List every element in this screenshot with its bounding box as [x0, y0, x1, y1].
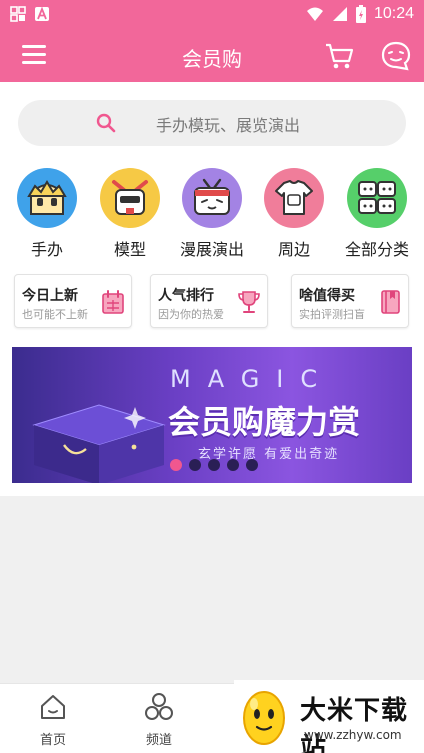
trophy-icon: [238, 291, 260, 313]
category-label: 手办: [30, 240, 63, 259]
customer-service-icon[interactable]: [380, 40, 412, 72]
robot-model-icon: [100, 168, 160, 228]
main-content: 手办模玩、展览演出 手办 模型 漫展演出 周边 全部分类 今日上新 也可能不上新…: [0, 82, 424, 496]
tshirt-icon: [264, 168, 324, 228]
category-exhibitions[interactable]: 漫展演出: [170, 168, 254, 260]
card-subtitle: 也可能不上新: [22, 308, 88, 321]
promo-banner[interactable]: MAGIC 会员购魔力赏 玄学许愿 有爱出奇迹: [12, 347, 412, 483]
figure-mascot-icon: [17, 168, 77, 228]
channel-icon: [145, 693, 173, 720]
card-title: 人气排行: [158, 288, 214, 304]
category-label: 漫展演出: [179, 240, 244, 259]
feature-cards: 今日上新 也可能不上新 人气排行 因为你的热爱 啥值得买 实拍评测扫盲: [0, 274, 424, 330]
card-subtitle: 实拍评测扫盲: [299, 308, 365, 321]
card-title: 啥值得买: [299, 288, 355, 304]
cart-icon[interactable]: [324, 42, 354, 70]
carousel-dot[interactable]: [208, 459, 220, 471]
category-label: 全部分类: [344, 240, 409, 259]
calendar-icon: [102, 290, 124, 314]
category-figures[interactable]: 手办: [5, 168, 89, 260]
carousel-dots: [170, 459, 258, 471]
card-subtitle: 因为你的热爱: [158, 308, 224, 321]
watermark-url: www.zzhyw.com: [304, 728, 402, 742]
tab-label: 首页: [39, 733, 66, 748]
tab-channel[interactable]: 频道: [124, 692, 194, 748]
signal-icon: [332, 7, 347, 21]
category-row: 手办 模型 漫展演出 周边 全部分类: [0, 168, 424, 260]
card-title: 今日上新: [22, 288, 78, 304]
banner-headline: 会员购魔力赏: [168, 403, 361, 441]
banner-word: MAGIC: [170, 365, 335, 393]
status-bar: 10:24: [0, 0, 424, 30]
book-icon: [381, 290, 400, 314]
card-worth-buying[interactable]: 啥值得买 实拍评测扫盲: [291, 274, 409, 328]
app-bar: 会员购: [0, 30, 424, 82]
category-models[interactable]: 模型: [88, 168, 172, 260]
app-notification-icon: [35, 6, 49, 21]
egg-mascot-logo: [243, 691, 285, 745]
carousel-dot[interactable]: [246, 459, 258, 471]
category-all[interactable]: 全部分类: [335, 168, 419, 260]
magic-box-illustration: [32, 404, 166, 483]
watermark: 大米下载站 www.zzhyw.com: [234, 680, 424, 753]
all-categories-icon: [347, 168, 407, 228]
grid-notification-icon: [10, 6, 26, 22]
tab-home[interactable]: 首页: [18, 692, 88, 748]
category-label: 周边: [277, 240, 310, 259]
tv-mascot-icon: [182, 168, 242, 228]
search-bar[interactable]: 手办模玩、展览演出: [18, 100, 406, 146]
card-new-today[interactable]: 今日上新 也可能不上新: [14, 274, 132, 328]
category-label: 模型: [113, 240, 146, 259]
status-time: 10:24: [373, 5, 414, 22]
carousel-dot[interactable]: [227, 459, 239, 471]
watermark-name: 大米下载站: [300, 696, 409, 753]
tab-label: 频道: [145, 733, 172, 748]
card-popularity[interactable]: 人气排行 因为你的热爱: [150, 274, 268, 328]
carousel-dot[interactable]: [189, 459, 201, 471]
home-icon: [41, 695, 65, 719]
wifi-icon: [306, 7, 323, 21]
battery-icon: [355, 5, 366, 23]
category-merch[interactable]: 周边: [252, 168, 336, 260]
search-placeholder: 手办模玩、展览演出: [156, 116, 301, 135]
carousel-dot[interactable]: [170, 459, 182, 471]
page-title: 会员购: [182, 47, 242, 71]
search-icon: [96, 113, 116, 133]
